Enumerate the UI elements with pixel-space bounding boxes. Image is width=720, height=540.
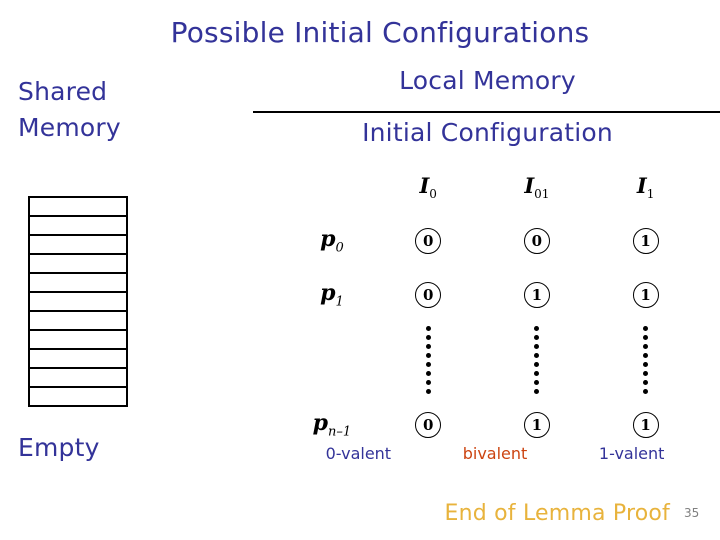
header-corner-spacer	[290, 160, 374, 214]
row-label-p1-name: p	[320, 280, 336, 307]
initial-configuration-table: I0 I01 I1 p0 0 0 1 p1 0 1 1 pn–1 0 1 1	[290, 160, 700, 452]
column-header-i01-subscript: 01	[534, 187, 550, 202]
table-ellipsis-row	[290, 322, 700, 398]
column-header-i0-name: I	[419, 172, 430, 198]
row-label-p1-subscript: 1	[335, 294, 344, 310]
row-label-p0-name: p	[320, 226, 336, 253]
memory-cell	[30, 274, 126, 293]
shared-memory-stack	[28, 196, 128, 407]
column-header-i1: I1	[591, 160, 700, 214]
shared-memory-heading-line2: Memory	[18, 113, 121, 142]
memory-cell	[30, 236, 126, 255]
memory-cell	[30, 217, 126, 236]
table-row: p0 0 0 1	[290, 214, 700, 268]
cell-p1-i1: 1	[591, 268, 700, 322]
page-title: Possible Initial Configurations	[170, 16, 590, 49]
vertical-ellipsis-i1	[591, 322, 700, 398]
bit-value: 0	[415, 412, 442, 438]
row-label-p1: p1	[290, 268, 374, 322]
shared-memory-heading-line1: Shared	[18, 77, 108, 106]
table-row: p1 0 1 1	[290, 268, 700, 322]
memory-cell	[30, 369, 126, 388]
cell-p0-i0: 0	[374, 214, 483, 268]
column-header-i0: I0	[374, 160, 483, 214]
valency-caption-row: 0-valent bivalent 1-valent	[290, 443, 700, 465]
shared-memory-heading: Shared Memory	[18, 74, 198, 146]
cell-p1-i01: 1	[483, 268, 592, 322]
memory-cell	[30, 293, 126, 312]
cell-p0-i1: 1	[591, 214, 700, 268]
row-label-p0: p0	[290, 214, 374, 268]
bit-value: 1	[632, 282, 659, 308]
bit-value: 1	[632, 412, 659, 438]
row-label-pn1-subscript: n–1	[328, 424, 352, 440]
page-number: 35	[684, 506, 700, 520]
bit-value: 0	[415, 228, 442, 254]
end-of-lemma-proof-note: End of Lemma Proof	[444, 501, 670, 526]
memory-cell	[30, 255, 126, 274]
vertical-ellipsis-i01	[483, 322, 592, 398]
cell-p1-i0: 0	[374, 268, 483, 322]
column-header-i0-subscript: 0	[429, 187, 437, 202]
bit-value: 0	[415, 282, 442, 308]
memory-cell	[30, 388, 126, 405]
memory-cell	[30, 331, 126, 350]
vertical-dots-icon	[425, 322, 431, 394]
bit-value: 0	[523, 228, 550, 254]
initial-configuration-subheading: Initial Configuration	[362, 118, 613, 147]
row-label-ellipsis-spacer	[290, 322, 374, 398]
empty-label: Empty	[18, 433, 100, 462]
bit-value: 1	[523, 282, 550, 308]
valency-label-0-valent: 0-valent	[325, 444, 392, 463]
vertical-dots-icon	[643, 322, 649, 394]
bit-value: 1	[632, 228, 659, 254]
valency-label-bivalent: bivalent	[462, 444, 528, 463]
memory-cell	[30, 350, 126, 369]
cell-p0-i01: 0	[483, 214, 592, 268]
memory-cell	[30, 312, 126, 331]
header-divider-rule	[253, 111, 720, 113]
row-label-p0-subscript: 0	[335, 240, 344, 256]
column-header-i01: I01	[483, 160, 592, 214]
bit-value: 1	[523, 412, 550, 438]
column-header-i1-name: I	[636, 172, 647, 198]
slide-canvas: Possible Initial Configurations Shared M…	[0, 0, 720, 540]
column-header-i01-name: I	[524, 172, 535, 198]
column-header-i1-subscript: 1	[646, 187, 655, 202]
local-memory-heading: Local Memory	[399, 66, 576, 95]
vertical-ellipsis-i0	[374, 322, 483, 398]
table-header-row: I0 I01 I1	[290, 160, 700, 214]
memory-cell	[30, 198, 126, 217]
vertical-dots-icon	[534, 322, 540, 394]
valency-label-1-valent: 1-valent	[598, 444, 665, 463]
row-label-pn1-name: p	[312, 410, 329, 437]
